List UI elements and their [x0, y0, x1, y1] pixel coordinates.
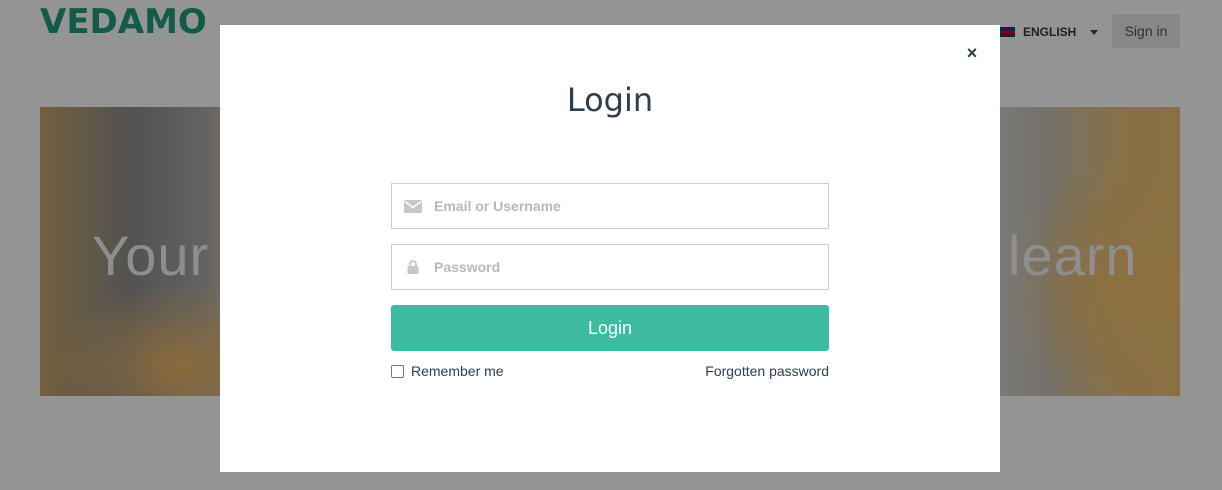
envelope-icon: [392, 199, 434, 213]
email-field-wrapper: [391, 183, 829, 229]
close-icon[interactable]: ×: [964, 44, 980, 62]
email-input[interactable]: [434, 184, 828, 228]
remember-me-checkbox[interactable]: [391, 364, 404, 378]
page: VEDAMO ENGLISH Sign in Your learn × Logi…: [0, 0, 1222, 490]
password-field-wrapper: [391, 244, 829, 290]
password-input[interactable]: [434, 245, 828, 289]
modal-title: Login: [566, 81, 654, 119]
remember-me-label: Remember me: [411, 363, 504, 379]
lock-icon: [392, 260, 434, 274]
login-button[interactable]: Login: [391, 305, 829, 351]
forgotten-password-link[interactable]: Forgotten password: [705, 363, 829, 379]
remember-me[interactable]: Remember me: [391, 363, 504, 379]
login-modal: × Login Login Remember me: [220, 25, 1000, 472]
